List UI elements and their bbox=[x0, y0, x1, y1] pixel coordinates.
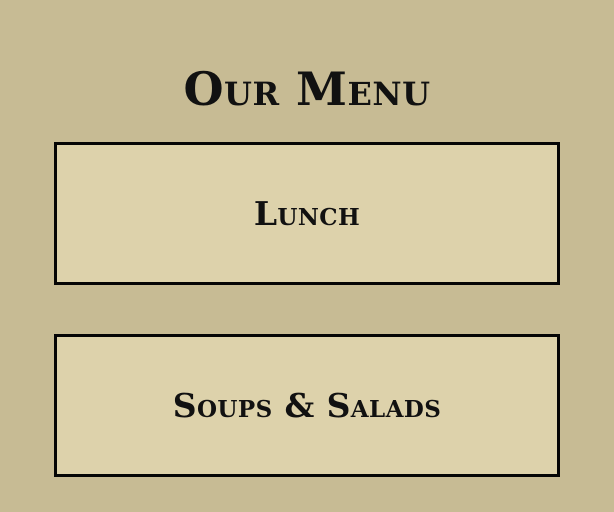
menu-page: Our Menu Lunch Soups & Salads bbox=[0, 0, 614, 512]
page-title: Our Menu bbox=[183, 61, 431, 116]
menu-option-lunch[interactable]: Lunch bbox=[54, 142, 560, 285]
menu-option-soups-and-salads[interactable]: Soups & Salads bbox=[54, 334, 560, 477]
menu-option-label: Lunch bbox=[253, 193, 361, 233]
menu-option-label: Soups & Salads bbox=[172, 385, 442, 425]
